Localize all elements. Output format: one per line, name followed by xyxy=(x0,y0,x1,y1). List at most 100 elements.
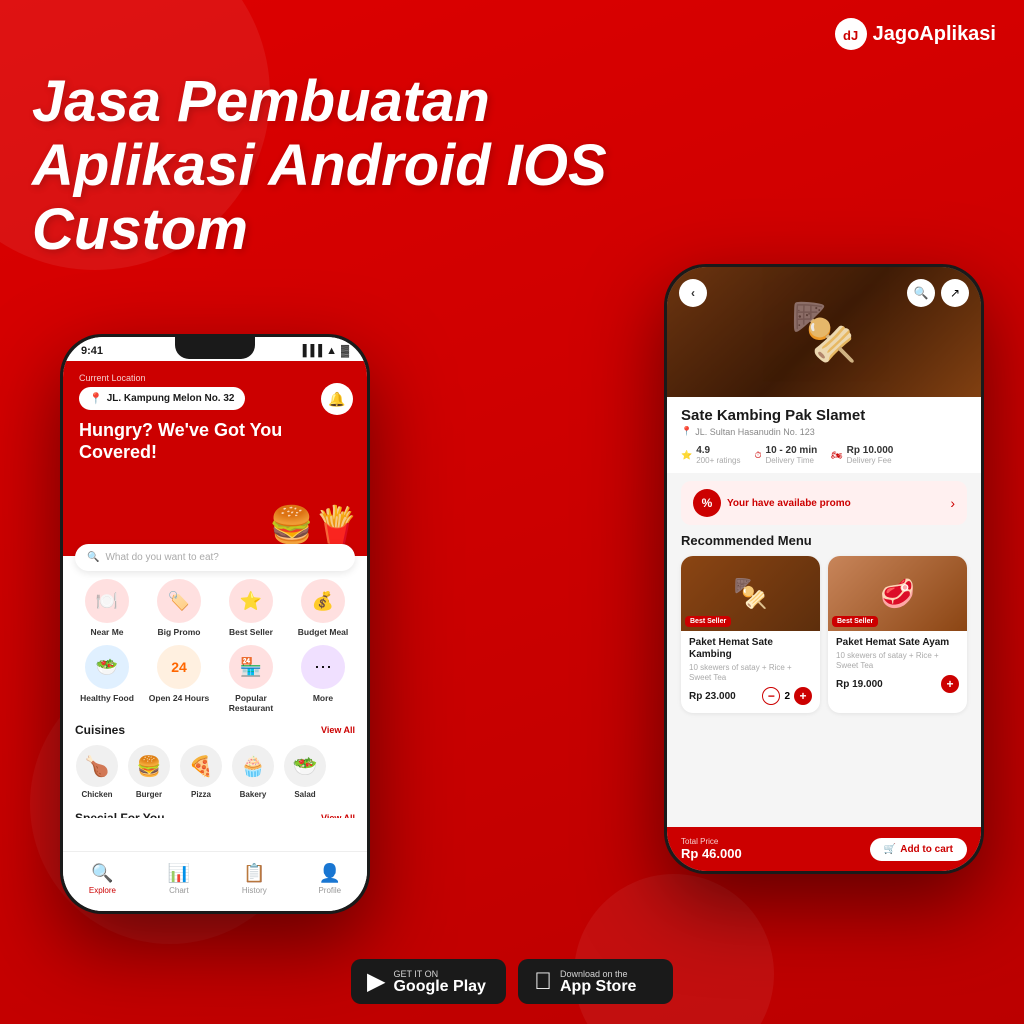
special-header: Special For You View All xyxy=(75,811,355,818)
app-store-button[interactable]:  Download on the App Store xyxy=(518,959,673,1004)
profile-icon: 👤 xyxy=(319,863,341,884)
phone-left-header: Current Location 📍 JL. Kampung Melon No.… xyxy=(63,361,367,556)
qty-control-1: − 2 + xyxy=(762,687,812,705)
bell-button[interactable]: 🔔 xyxy=(321,383,353,415)
qty-minus-1[interactable]: − xyxy=(762,687,780,705)
cart-icon: 🛒 xyxy=(884,844,896,855)
menu-details-2: Paket Hemat Sate Ayam 10 skewers of sata… xyxy=(828,631,967,701)
location-row[interactable]: 📍 JL. Kampung Melon No. 32 xyxy=(79,387,245,410)
promo-icon: % xyxy=(693,489,721,517)
qty-plus-2[interactable]: + xyxy=(941,675,959,693)
phone-left-notch xyxy=(175,337,255,359)
battery-icon: ▓ xyxy=(341,345,349,357)
delivery-fee-value: Rp 10.000 xyxy=(847,445,894,456)
google-play-button[interactable]: ▶ GET IT ON Google Play xyxy=(351,959,506,1004)
menu-price-row-1: Rp 23.000 − 2 + xyxy=(689,687,812,705)
cat-healthy-food[interactable]: 🥗 Healthy Food xyxy=(75,645,139,713)
qty-plus-1[interactable]: + xyxy=(794,687,812,705)
cat-budget-meal[interactable]: 💰 Budget Meal xyxy=(291,579,355,637)
main-content: dJ JagoAplikasi Jasa Pembuatan Aplikasi … xyxy=(0,0,1024,1024)
stat-fee-content: Rp 10.000 Delivery Fee xyxy=(847,445,894,465)
cuisines-header: Cuisines View All xyxy=(75,723,355,737)
location-label: Current Location xyxy=(79,373,351,383)
menu-img-1: 🍢 Best Seller xyxy=(681,556,820,631)
cat-near-me[interactable]: 🍽️ Near Me xyxy=(75,579,139,637)
nav-chart-label: Chart xyxy=(169,886,189,895)
cart-price-val: Rp 46.000 xyxy=(681,846,742,861)
menu-price-row-2: Rp 19.000 + xyxy=(836,675,959,693)
nav-history[interactable]: 📋 History xyxy=(242,863,267,895)
recommended-section: Recommended Menu 🍢 Best Seller Paket Hem… xyxy=(667,533,981,713)
cuisine-bakery-label: Bakery xyxy=(240,790,267,799)
history-icon: 📋 xyxy=(243,863,265,884)
signal-icon: ▐▐▐ xyxy=(299,345,322,357)
cat-big-promo[interactable]: 🏷️ Big Promo xyxy=(147,579,211,637)
add-to-cart-label: Add to cart xyxy=(900,844,953,855)
location-pin-icon: 📍 xyxy=(89,392,103,405)
phone-scroll-area[interactable]: 🍽️ Near Me 🏷️ Big Promo ⭐ Best Seller xyxy=(63,579,367,818)
brand-logo: dJ JagoAplikasi xyxy=(835,18,996,50)
cat-popular-rest[interactable]: 🏪 Popular Restaurant xyxy=(219,645,283,713)
cuisine-salad[interactable]: 🥗 Salad xyxy=(283,745,327,799)
cuisines-view-all[interactable]: View All xyxy=(321,725,355,735)
cuisine-burger[interactable]: 🍔 Burger xyxy=(127,745,171,799)
menu-card-1: 🍢 Best Seller Paket Hemat Sate Kambing 1… xyxy=(681,556,820,713)
cat-open-24-icon: 24 xyxy=(157,645,201,689)
cat-best-seller[interactable]: ⭐ Best Seller xyxy=(219,579,283,637)
cuisine-chicken-label: Chicken xyxy=(81,790,112,799)
recommended-title: Recommended Menu xyxy=(681,533,967,548)
cat-best-seller-icon: ⭐ xyxy=(229,579,273,623)
cuisines-row: 🍗 Chicken 🍔 Burger 🍕 Pizza 🧁 xyxy=(75,745,355,803)
best-seller-badge-2: Best Seller xyxy=(832,616,878,627)
cat-popular-rest-icon: 🏪 xyxy=(229,645,273,689)
nav-explore[interactable]: 🔍 Explore xyxy=(89,863,116,895)
search-button[interactable]: 🔍 xyxy=(907,279,935,307)
nav-history-label: History xyxy=(242,886,267,895)
cuisine-salad-label: Salad xyxy=(294,790,315,799)
cuisine-bakery-icon: 🧁 xyxy=(232,745,274,787)
search-icon: 🔍 xyxy=(87,552,99,563)
special-view-all[interactable]: View All xyxy=(321,813,355,818)
cat-more[interactable]: ⋯ More xyxy=(291,645,355,713)
nav-profile[interactable]: 👤 Profile xyxy=(318,863,341,895)
cat-healthy-food-icon: 🥗 xyxy=(85,645,129,689)
bottom-nav: 🔍 Explore 📊 Chart 📋 History 👤 Profile xyxy=(63,851,367,911)
share-button[interactable]: ↗ xyxy=(941,279,969,307)
cart-bar: Total Price Rp 46.000 🛒 Add to cart xyxy=(667,827,981,871)
store-buttons: ▶ GET IT ON Google Play  Download on th… xyxy=(351,959,673,1004)
cat-healthy-food-label: Healthy Food xyxy=(80,693,134,703)
hero-action-buttons: 🔍 ↗ xyxy=(907,279,969,307)
search-bar[interactable]: 🔍 What do you want to eat? xyxy=(75,544,355,571)
menu-img-2: 🥩 Best Seller xyxy=(828,556,967,631)
back-button[interactable]: ‹ xyxy=(679,279,707,307)
nav-profile-label: Profile xyxy=(318,886,341,895)
cuisine-chicken[interactable]: 🍗 Chicken xyxy=(75,745,119,799)
cat-open-24[interactable]: 24 Open 24 Hours xyxy=(147,645,211,713)
cat-more-icon: ⋯ xyxy=(301,645,345,689)
explore-icon: 🔍 xyxy=(91,863,113,884)
logo-icon: dJ xyxy=(835,18,867,50)
address-text: JL. Sultan Hasanudin No. 123 xyxy=(695,427,815,437)
app-store-main: App Store xyxy=(560,979,636,995)
menu-price-2: Rp 19.000 xyxy=(836,679,883,690)
app-store-text: Download on the App Store xyxy=(560,969,636,995)
add-to-cart-button[interactable]: 🛒 Add to cart xyxy=(870,838,967,861)
stat-delivery-fee: 🏍 Rp 10.000 Delivery Fee xyxy=(831,445,893,465)
stat-delivery-time: ⏱ 10 - 20 min Delivery Time xyxy=(754,445,817,465)
cuisine-bakery[interactable]: 🧁 Bakery xyxy=(231,745,275,799)
promo-bar[interactable]: % Your have availabe promo › xyxy=(681,481,967,525)
cuisine-burger-label: Burger xyxy=(136,790,162,799)
svg-text:dJ: dJ xyxy=(843,28,858,43)
categories-grid: 🍽️ Near Me 🏷️ Big Promo ⭐ Best Seller xyxy=(75,579,355,713)
special-title: Special For You xyxy=(75,811,165,818)
headline: Jasa Pembuatan Aplikasi Android IOS Cust… xyxy=(32,70,992,261)
nav-explore-label: Explore xyxy=(89,886,116,895)
cuisine-pizza[interactable]: 🍕 Pizza xyxy=(179,745,223,799)
nav-chart[interactable]: 📊 Chart xyxy=(168,863,190,895)
rating-value: 4.9 xyxy=(696,445,740,456)
cat-popular-rest-label: Popular Restaurant xyxy=(219,693,283,713)
restaurant-stats: ⭐ 4.9 200+ ratings ⏱ 10 - 20 min Deliver… xyxy=(681,445,967,465)
promo-left: % Your have availabe promo xyxy=(693,489,851,517)
best-seller-badge-1: Best Seller xyxy=(685,616,731,627)
app-store-icon:  xyxy=(534,968,552,996)
